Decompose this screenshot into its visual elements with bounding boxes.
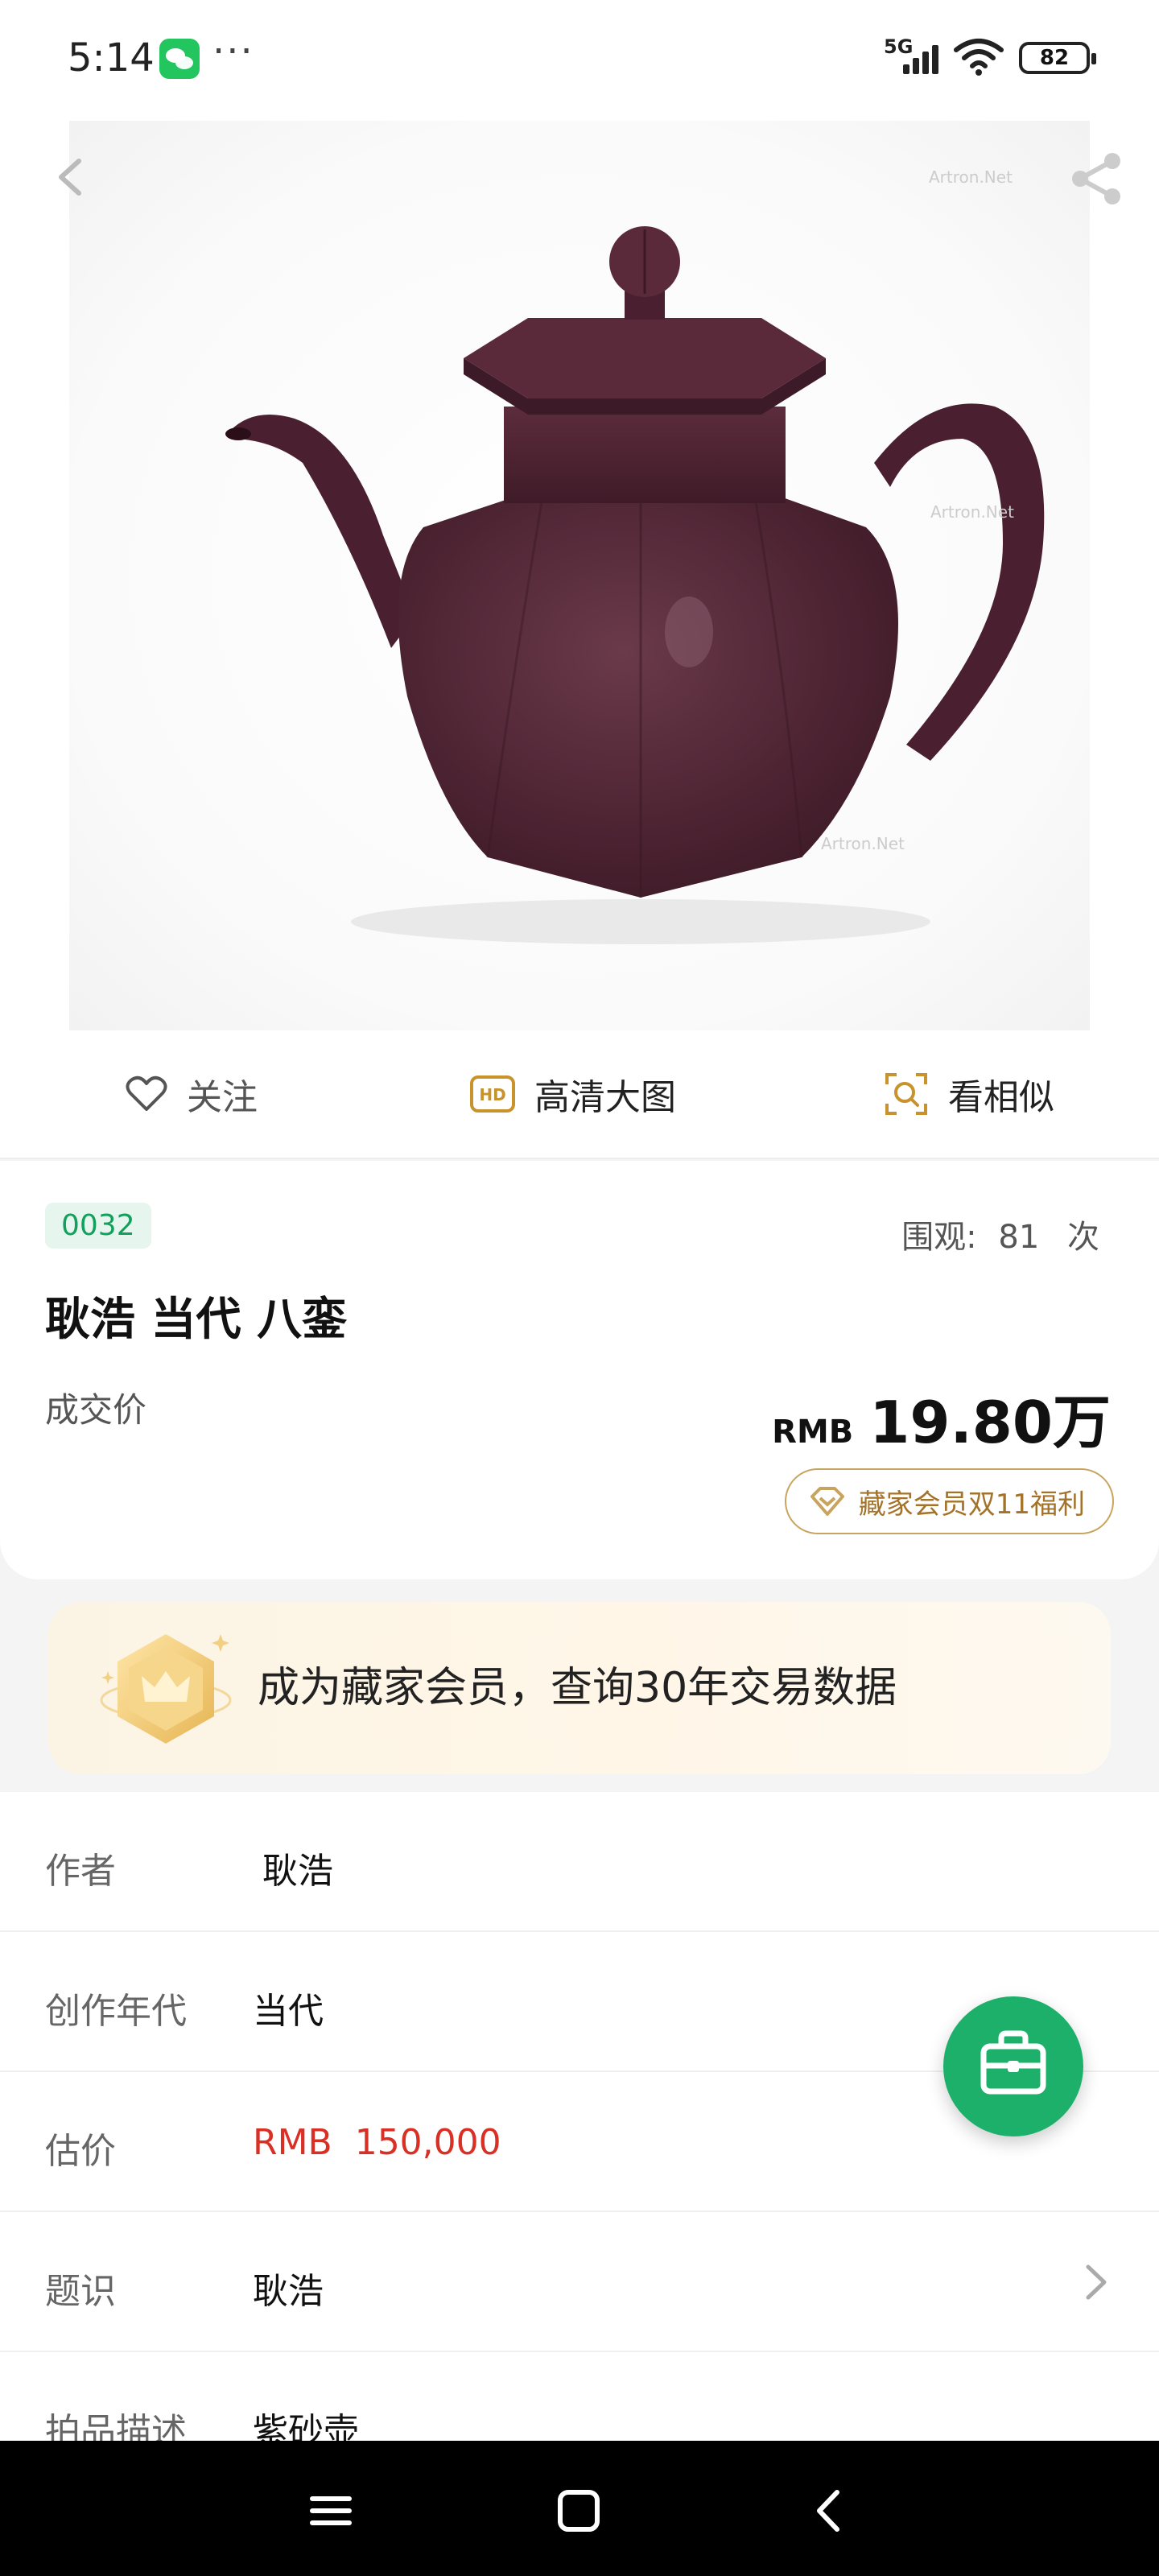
views-count: 81	[998, 1219, 1040, 1256]
deal-price: RMB 19.80万	[772, 1375, 1111, 1459]
vip-promo-button[interactable]: 藏家会员双11福利	[784, 1468, 1114, 1534]
follow-button[interactable]: 关注	[126, 1066, 258, 1122]
product-image[interactable]: Artron.Net Artron.Net Artron.Net	[69, 121, 1090, 1030]
follow-label: 关注	[187, 1077, 258, 1118]
action-bar: 关注 HD 高清大图 看相似	[0, 1030, 1159, 1159]
view-count: 围观: 81 次	[901, 1211, 1099, 1257]
price-value: 19.80万	[869, 1389, 1111, 1456]
watermark-text: Artron.Net	[929, 167, 1013, 187]
status-time: 5:14	[68, 35, 155, 80]
find-similar-label: 看相似	[948, 1077, 1054, 1118]
menu-icon[interactable]	[303, 2483, 359, 2539]
more-icon: ···	[212, 29, 254, 74]
crown-badge-icon	[100, 1634, 232, 1744]
wifi-icon	[954, 39, 1004, 76]
battery-icon: 82	[1019, 42, 1096, 74]
detail-label: 作者	[45, 1851, 116, 1892]
membership-banner[interactable]: 成为藏家会员，查询30年交易数据	[48, 1602, 1111, 1774]
detail-label: 创作年代	[45, 1991, 187, 2032]
membership-banner-text: 成为藏家会员，查询30年交易数据	[258, 1664, 897, 1712]
signal-icon	[903, 42, 943, 74]
detail-value: 耿浩	[262, 1851, 333, 1892]
detail-label: 题识	[45, 2271, 116, 2312]
vip-promo-label: 藏家会员双11福利	[858, 1488, 1085, 1521]
detail-label: 估价	[45, 2131, 116, 2172]
views-label: 围观:	[901, 1219, 977, 1256]
wechat-icon	[159, 39, 200, 79]
lot-info-card: 0032 围观: 81 次 耿浩 当代 八銮 成交价 RMB 19.80万 藏家…	[0, 1161, 1159, 1579]
chevron-right-icon	[1086, 2264, 1107, 2300]
page: 5:14 ··· 5G 82 Artron.Net Artron.Net Art…	[0, 0, 1159, 2576]
detail-value: 当代	[253, 1991, 324, 2032]
briefcase-icon	[980, 2030, 1046, 2095]
hd-icon: HD	[470, 1075, 515, 1113]
share-icon[interactable]	[1067, 150, 1125, 208]
detail-row-author: 作者 耿浩	[0, 1792, 1159, 1932]
detail-row-inscription[interactable]: 题识 耿浩	[0, 2212, 1159, 2352]
watermark-text: Artron.Net	[930, 502, 1014, 522]
floating-briefcase-button[interactable]	[943, 1996, 1083, 2136]
hero-image-area[interactable]: Artron.Net Artron.Net Artron.Net	[0, 121, 1159, 1030]
lot-title: 耿浩 当代 八銮	[45, 1294, 347, 1346]
svg-text:HD: HD	[479, 1085, 505, 1104]
scan-search-icon	[885, 1073, 927, 1115]
heart-icon	[126, 1075, 167, 1111]
views-unit: 次	[1067, 1219, 1099, 1256]
detail-value: RMB 150,000	[253, 2122, 501, 2163]
back-icon[interactable]	[802, 2483, 858, 2539]
deal-price-label: 成交价	[45, 1390, 147, 1430]
status-bar: 5:14 ··· 5G 82	[0, 0, 1159, 121]
diamond-icon	[810, 1487, 844, 1516]
watermark-text: Artron.Net	[821, 834, 905, 853]
home-icon[interactable]	[551, 2483, 607, 2539]
teapot-image	[225, 226, 1045, 944]
hd-image-label: 高清大图	[534, 1077, 676, 1118]
hd-image-button[interactable]: HD 高清大图	[470, 1066, 676, 1122]
price-currency: RMB	[772, 1414, 854, 1451]
back-button[interactable]	[47, 153, 95, 201]
find-similar-button[interactable]: 看相似	[884, 1066, 1054, 1122]
lot-number-badge: 0032	[45, 1203, 151, 1249]
detail-value: 耿浩	[253, 2271, 324, 2312]
system-nav-bar	[0, 2441, 1159, 2576]
